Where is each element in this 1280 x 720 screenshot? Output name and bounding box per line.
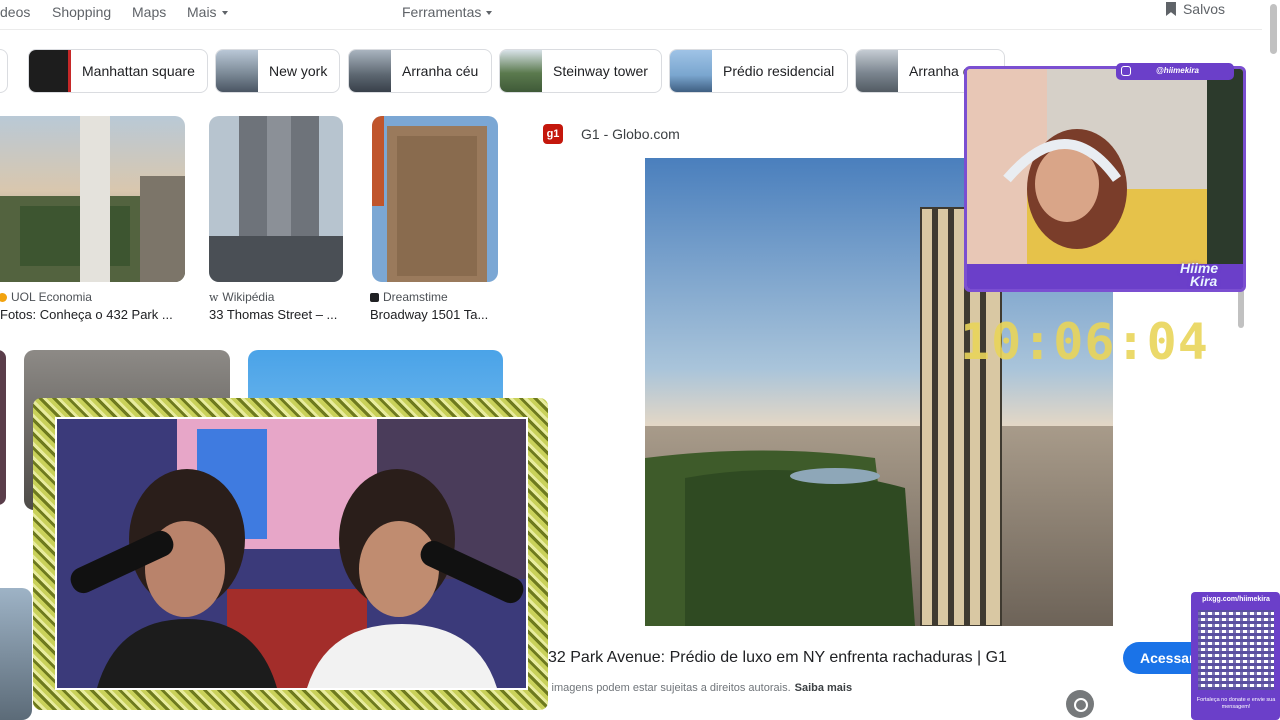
- chip-thumbnail: [216, 50, 258, 92]
- tab-more-label: Mais: [187, 4, 217, 20]
- result-image-broadway[interactable]: [372, 116, 498, 282]
- result-caption[interactable]: 33 Thomas Street – ...: [209, 307, 337, 322]
- source-label: UOL Economia: [11, 290, 92, 304]
- chevron-down-icon: [486, 11, 493, 16]
- handle-text: @hiimekira: [1156, 66, 1199, 75]
- donation-note: Fortaleça no donate e envie sua mensagem…: [1196, 697, 1276, 710]
- chip-label: New york: [269, 63, 328, 79]
- browser-page: deos Shopping Maps Mais Ferramentas Salv…: [0, 0, 1280, 720]
- chip-label: Steinway tower: [553, 63, 648, 79]
- result-caption[interactable]: Broadway 1501 Ta...: [370, 307, 488, 322]
- chip-thumbnail: [349, 50, 391, 92]
- chip-thumbnail: [670, 50, 712, 92]
- instagram-icon: [1121, 66, 1131, 76]
- skyscraper-photo: [0, 116, 185, 282]
- chevron-down-icon: [221, 11, 228, 16]
- saved-label: Salvos: [1182, 1, 1225, 17]
- tab-shopping[interactable]: Shopping: [52, 4, 111, 20]
- chip-thumbnail: [856, 50, 898, 92]
- result-image[interactable]: [0, 350, 6, 505]
- page-scrollbar-thumb[interactable]: [1270, 4, 1277, 54]
- chip-manhattan-square[interactable]: Manhattan square: [28, 49, 208, 93]
- webcam-video: [57, 419, 526, 688]
- result-image-33-thomas[interactable]: [209, 116, 343, 282]
- g1-logo: g1: [543, 124, 563, 144]
- notice-text: s imagens podem estar sujeitas a direito…: [543, 682, 791, 694]
- chip-label: Arranha céu: [402, 63, 479, 79]
- chip-predio-residencial[interactable]: Prédio residencial: [669, 49, 848, 93]
- guest-webcam-feed: [55, 417, 528, 690]
- source-label: Wikipédia: [222, 290, 275, 304]
- logo-line-2: Kira: [1190, 273, 1218, 289]
- chip-arranha-ceu[interactable]: Arranha céu: [348, 49, 492, 93]
- building-photo: [372, 116, 498, 282]
- chip-new-york[interactable]: New york: [215, 49, 340, 93]
- donation-qr-overlay: pixgg.com/hiimekira Fortaleça no donate …: [1191, 592, 1280, 720]
- result-source-dreamstime[interactable]: Dreamstime: [370, 290, 448, 304]
- chip-steinway-tower[interactable]: Steinway tower: [499, 49, 662, 93]
- tools-button[interactable]: Ferramentas: [402, 4, 493, 20]
- learn-more-link[interactable]: Saiba mais: [795, 682, 852, 694]
- tools-label: Ferramentas: [402, 4, 482, 20]
- chip-partial[interactable]: k: [0, 49, 8, 93]
- result-caption[interactable]: Fotos: Conheça o 432 Park ...: [0, 307, 173, 322]
- chip-thumbnail: [29, 50, 71, 92]
- instagram-handle: @hiimekira: [1116, 63, 1234, 80]
- panel-scrollbar-thumb[interactable]: [1238, 288, 1244, 328]
- photo-fill: [0, 350, 6, 505]
- streamer-video: [967, 69, 1243, 289]
- tab-more[interactable]: Mais: [187, 4, 228, 20]
- channel-logo: Hiime Kira: [1180, 261, 1218, 289]
- qr-code-icon: [1198, 610, 1274, 690]
- guest-webcam-overlay: [33, 398, 548, 710]
- result-source-uol[interactable]: UOL Economia: [0, 290, 92, 304]
- building-photo: [209, 116, 343, 282]
- wikipedia-icon: w: [209, 290, 219, 304]
- bookmark-icon: [1165, 2, 1176, 16]
- result-image-432-park[interactable]: [0, 116, 185, 282]
- streamer-webcam-overlay: [964, 66, 1246, 292]
- preview-title[interactable]: 32 Park Avenue: Prédio de luxo em NY enf…: [548, 649, 1007, 667]
- copyright-notice: s imagens podem estar sujeitas a direito…: [543, 682, 852, 694]
- chip-label: Manhattan square: [82, 63, 195, 79]
- uol-favicon: [0, 292, 7, 302]
- photo-fill: [0, 588, 32, 720]
- result-source-wikipedia[interactable]: w Wikipédia: [209, 290, 274, 304]
- dreamstime-icon: [370, 292, 379, 302]
- preview-site-name[interactable]: G1 - Globo.com: [581, 126, 680, 142]
- chip-thumbnail: [500, 50, 542, 92]
- google-lens-icon[interactable]: [1066, 690, 1094, 718]
- saved-button[interactable]: Salvos: [1165, 1, 1225, 17]
- tab-videos[interactable]: deos: [0, 4, 30, 20]
- donation-url: pixgg.com/hiimekira: [1202, 596, 1270, 603]
- stream-clock: 10:06:04: [960, 313, 1209, 371]
- chip-label: Prédio residencial: [723, 63, 835, 79]
- result-image[interactable]: [0, 588, 32, 720]
- search-tabs-bar: deos Shopping Maps Mais Ferramentas Salv…: [0, 0, 1262, 30]
- source-label: Dreamstime: [383, 290, 448, 304]
- tab-maps[interactable]: Maps: [132, 4, 166, 20]
- related-search-chips: k Manhattan square New york Arranha céu …: [0, 49, 1010, 93]
